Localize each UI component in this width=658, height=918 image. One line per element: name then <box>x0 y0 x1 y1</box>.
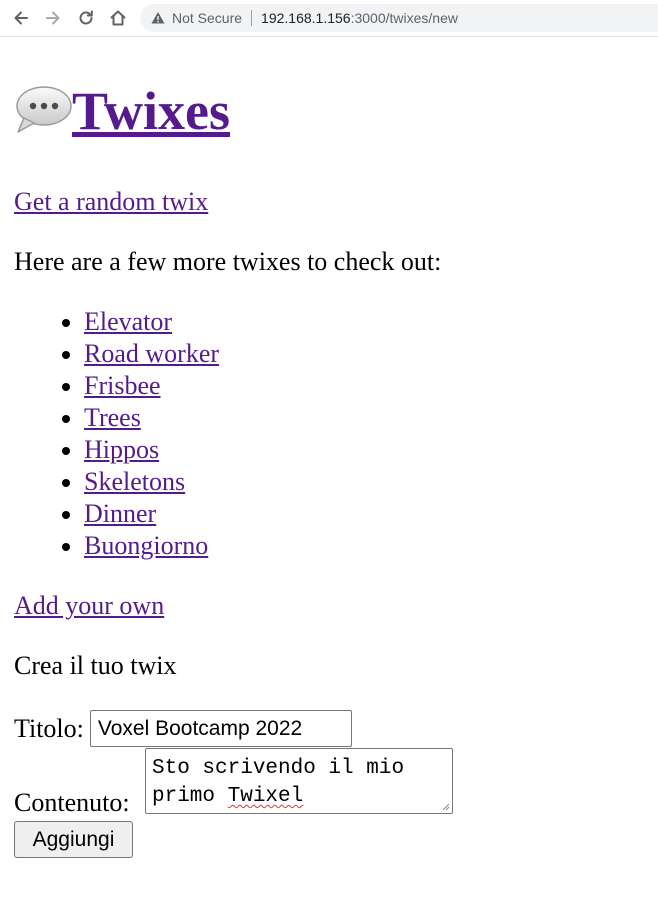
home-logo-link[interactable]: Twixes <box>14 84 230 138</box>
twix-link-road-worker[interactable]: Road worker <box>84 339 219 368</box>
url-host: 192.168.1.156 <box>261 10 351 26</box>
url-text[interactable]: 192.168.1.156:3000/twixes/new <box>261 10 458 26</box>
list-item: Elevator <box>84 306 219 338</box>
content-label: Contenuto: <box>14 788 130 817</box>
title-field-row: Titolo: Voxel Bootcamp 2022 <box>14 710 352 747</box>
list-item: Road worker <box>84 338 219 370</box>
twix-link-frisbee[interactable]: Frisbee <box>84 371 161 400</box>
twix-link-dinner[interactable]: Dinner <box>84 499 156 528</box>
list-item: Buongiorno <box>84 530 219 562</box>
submit-button[interactable]: Aggiungi <box>14 821 133 858</box>
list-item: Hippos <box>84 434 219 466</box>
twix-link-buongiorno[interactable]: Buongiorno <box>84 531 208 560</box>
twix-link-elevator[interactable]: Elevator <box>84 307 172 336</box>
title-label: Titolo: <box>14 713 84 743</box>
logo-text: Twixes <box>72 81 230 141</box>
content-textarea[interactable]: Sto scrivendo il mio primo Twixel <box>145 748 453 814</box>
security-label[interactable]: Not Secure <box>172 10 242 26</box>
misspelled-word: Twixel <box>227 785 304 808</box>
content-line-2-prefix: primo <box>152 785 228 808</box>
forward-arrow-icon[interactable] <box>43 8 63 28</box>
content-line-1: Sto scrivendo il mio <box>152 757 405 780</box>
page-title: Twixes <box>14 84 230 147</box>
address-bar[interactable]: Not Secure 192.168.1.156:3000/twixes/new <box>140 4 658 32</box>
url-path: :3000/twixes/new <box>350 10 458 26</box>
omnibox-divider <box>251 10 253 26</box>
twix-link-trees[interactable]: Trees <box>84 403 141 432</box>
list-item: Dinner <box>84 498 219 530</box>
back-arrow-icon[interactable] <box>11 8 31 28</box>
speech-bubble-icon <box>16 86 72 133</box>
home-icon[interactable] <box>108 8 128 28</box>
add-your-own-link[interactable]: Add your own <box>14 591 164 621</box>
twix-list: Elevator Road worker Frisbee Trees Hippo… <box>14 306 219 562</box>
list-item: Frisbee <box>84 370 219 402</box>
warning-icon[interactable] <box>151 11 165 25</box>
reload-icon[interactable] <box>76 8 96 28</box>
list-item: Trees <box>84 402 219 434</box>
twix-link-skeletons[interactable]: Skeletons <box>84 467 185 496</box>
list-item: Skeletons <box>84 466 219 498</box>
browser-toolbar: Not Secure 192.168.1.156:3000/twixes/new <box>0 0 658 37</box>
title-input[interactable]: Voxel Bootcamp 2022 <box>89 710 352 747</box>
more-twixes-text: Here are a few more twixes to check out: <box>14 247 442 276</box>
form-heading: Crea il tuo twix <box>14 651 177 680</box>
twix-link-hippos[interactable]: Hippos <box>84 435 159 464</box>
random-twix-link[interactable]: Get a random twix <box>14 187 208 217</box>
resize-handle-icon[interactable] <box>442 803 450 811</box>
